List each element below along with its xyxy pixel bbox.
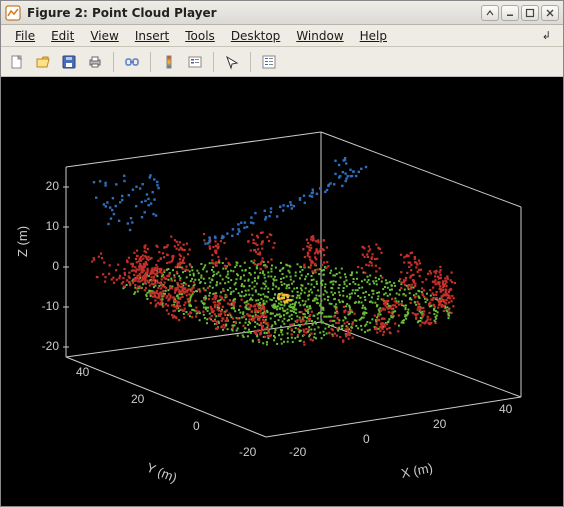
menu-window[interactable]: Window <box>288 27 351 45</box>
toolbar-separator <box>113 52 114 72</box>
rollup-button[interactable] <box>481 5 499 21</box>
menu-help[interactable]: Help <box>352 27 395 45</box>
x-tick-label: -20 <box>289 445 306 459</box>
insert-legend-button[interactable] <box>183 50 207 74</box>
x-tick-label: 0 <box>363 432 370 446</box>
figure-window: Figure 2: Point Cloud Player File Edit V… <box>0 0 564 507</box>
titlebar: Figure 2: Point Cloud Player <box>1 1 563 25</box>
menu-insert[interactable]: Insert <box>127 27 177 45</box>
z-tick-label: -20 <box>31 339 59 353</box>
axes-3d[interactable]: 20 10 0 -10 -20 40 20 0 -20 -20 0 20 40 … <box>1 77 563 506</box>
z-tick-label: -10 <box>31 299 59 313</box>
z-axis-label: Z (m) <box>15 226 30 257</box>
new-figure-button[interactable] <box>5 50 29 74</box>
save-button[interactable] <box>57 50 81 74</box>
y-tick-label: -20 <box>239 445 256 459</box>
y-tick-label: 40 <box>76 365 89 379</box>
menu-edit[interactable]: Edit <box>43 27 82 45</box>
window-title: Figure 2: Point Cloud Player <box>27 6 481 20</box>
z-tick-label: 0 <box>43 259 59 273</box>
minimize-button[interactable] <box>501 5 519 21</box>
menu-tools[interactable]: Tools <box>177 27 223 45</box>
x-tick-label: 20 <box>433 417 446 431</box>
link-axes-button[interactable] <box>120 50 144 74</box>
insert-colorbar-button[interactable] <box>157 50 181 74</box>
toolbar-separator <box>150 52 151 72</box>
z-tick-label: 20 <box>35 179 59 193</box>
series-ego <box>277 293 292 303</box>
edit-plot-button[interactable] <box>220 50 244 74</box>
menu-view[interactable]: View <box>82 27 126 45</box>
y-tick-label: 0 <box>193 419 200 433</box>
point-cloud-plot <box>1 77 563 506</box>
toolbar-separator <box>213 52 214 72</box>
menu-file[interactable]: File <box>7 27 43 45</box>
toolbar-separator <box>250 52 251 72</box>
toolbar <box>1 47 563 77</box>
print-button[interactable] <box>83 50 107 74</box>
dock-disclosure-icon[interactable]: ↲ <box>536 27 557 44</box>
maximize-button[interactable] <box>521 5 539 21</box>
series-high-points <box>93 157 367 245</box>
open-button[interactable] <box>31 50 55 74</box>
app-icon <box>5 5 21 21</box>
x-tick-label: 40 <box>499 402 512 416</box>
menu-desktop[interactable]: Desktop <box>223 27 289 45</box>
open-property-inspector-button[interactable] <box>257 50 281 74</box>
window-controls <box>481 5 559 21</box>
z-tick-label: 10 <box>35 219 59 233</box>
menubar: File Edit View Insert Tools Desktop Wind… <box>1 25 563 47</box>
close-button[interactable] <box>541 5 559 21</box>
y-tick-label: 20 <box>131 392 144 406</box>
